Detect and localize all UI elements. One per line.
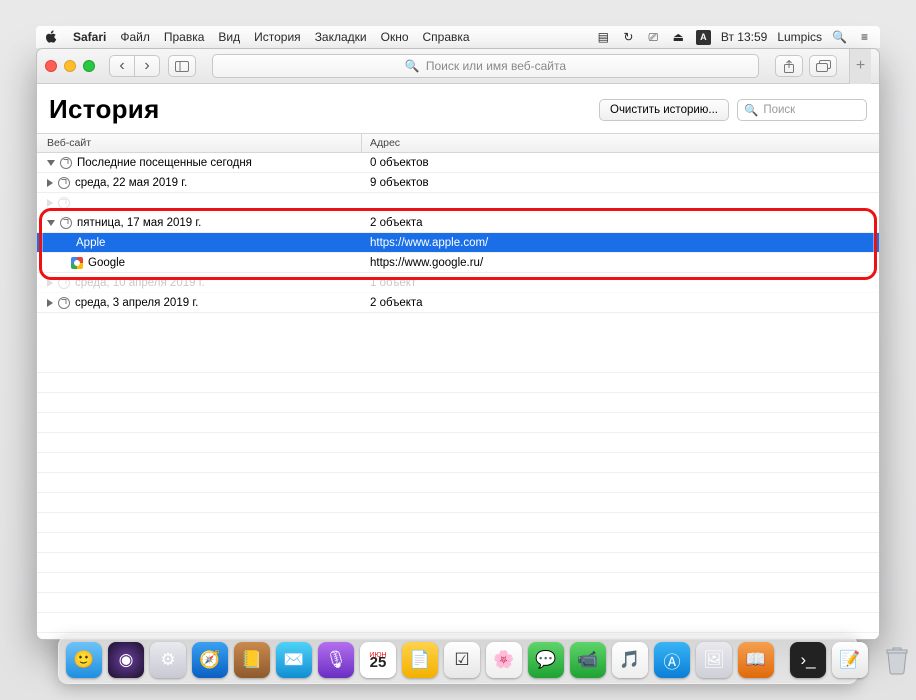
dock-messages-icon[interactable]: 💬 <box>528 642 564 678</box>
page-title: История <box>49 94 160 125</box>
history-entry[interactable]: Google https://www.google.ru/ <box>37 253 879 273</box>
display-icon[interactable]: ⎚ <box>646 30 661 45</box>
history-group-count: 2 объекта <box>362 217 879 229</box>
menu-edit[interactable]: Правка <box>164 30 205 44</box>
new-tab-button[interactable]: + <box>849 49 871 84</box>
history-entry-title: Google <box>88 257 125 269</box>
window-titlebar: ‹ › 🔍 Поиск или имя веб-сайта + <box>37 49 879 84</box>
disclosure-right-icon[interactable] <box>47 279 53 287</box>
menu-window[interactable]: Окно <box>381 30 409 44</box>
history-group-label: Последние посещенные сегодня <box>77 157 252 169</box>
history-group[interactable]: среда, 10 апреля 2019 г. 1 объект <box>37 273 879 293</box>
column-headers: Веб-сайт Адрес <box>37 133 879 153</box>
history-group[interactable] <box>37 193 879 213</box>
menubar-app-name[interactable]: Safari <box>73 30 106 44</box>
dock: 🙂 ◉ ⚙ 🧭 📒 ✉️ 🎙 ИЮН25 📄 ☑︎ 🌸 💬 📹 🎵 Ⓐ 🖼 📖 … <box>58 636 858 684</box>
menubar-user[interactable]: Lumpics <box>777 30 822 44</box>
history-group-count: 2 объекта <box>362 297 879 309</box>
timemachine-icon[interactable]: ↻ <box>621 30 636 45</box>
dock-books-icon[interactable]: 📖 <box>738 642 774 678</box>
search-icon: 🔍 <box>405 59 420 73</box>
disclosure-down-icon[interactable] <box>47 220 55 226</box>
keyboard-layout-icon[interactable]: А <box>696 30 711 45</box>
forward-button[interactable]: › <box>134 55 160 77</box>
disclosure-right-icon[interactable] <box>47 199 53 207</box>
clock-icon <box>58 197 70 209</box>
clock-icon <box>58 277 70 289</box>
spotlight-icon[interactable]: 🔍 <box>832 30 847 45</box>
history-group[interactable]: Последние посещенные сегодня 0 объектов <box>37 153 879 173</box>
history-group[interactable]: пятница, 17 мая 2019 г. 2 объекта <box>37 213 879 233</box>
dock-textedit-icon[interactable]: 📝 <box>832 642 868 678</box>
menu-view[interactable]: Вид <box>218 30 240 44</box>
history-group-label: пятница, 17 мая 2019 г. <box>77 217 201 229</box>
disk-icon[interactable]: ▤ <box>596 30 611 45</box>
dock-preview-icon[interactable]: 🖼 <box>696 642 732 678</box>
clock-icon <box>60 217 72 229</box>
search-icon: 🔍 <box>744 103 758 117</box>
history-group-count: 0 объектов <box>362 157 879 169</box>
apple-logo-icon[interactable] <box>44 30 59 45</box>
dock-photos-icon[interactable]: 🌸 <box>486 642 522 678</box>
dock-mail-icon[interactable]: ✉️ <box>276 642 312 678</box>
back-button[interactable]: ‹ <box>109 55 135 77</box>
history-group-label: среда, 22 мая 2019 г. <box>75 177 187 189</box>
history-group[interactable]: среда, 22 мая 2019 г. 9 объектов <box>37 173 879 193</box>
url-placeholder: Поиск или имя веб-сайта <box>426 59 566 73</box>
disclosure-right-icon[interactable] <box>47 299 53 307</box>
history-group-count: 1 объект <box>362 277 879 289</box>
dock-trash-icon[interactable] <box>884 642 910 678</box>
close-window-button[interactable] <box>45 60 57 72</box>
history-group-label: среда, 3 апреля 2019 г. <box>75 297 198 309</box>
clock-icon <box>60 157 72 169</box>
disclosure-right-icon[interactable] <box>47 179 53 187</box>
dock-notes-icon[interactable]: 📄 <box>402 642 438 678</box>
disclosure-down-icon[interactable] <box>47 160 55 166</box>
dock-contacts-icon[interactable]: 📒 <box>234 642 270 678</box>
history-group-label: среда, 10 апреля 2019 г. <box>75 277 205 289</box>
share-button[interactable] <box>775 55 803 77</box>
history-group-count: 9 объектов <box>362 177 879 189</box>
sidebar-button[interactable] <box>168 55 196 77</box>
search-placeholder: Поиск <box>763 104 795 116</box>
dock-podcasts-icon[interactable]: 🎙 <box>318 642 354 678</box>
dock-reminders-icon[interactable]: ☑︎ <box>444 642 480 678</box>
safari-window: ‹ › 🔍 Поиск или имя веб-сайта + История … <box>36 48 880 640</box>
dock-finder-icon[interactable]: 🙂 <box>66 642 102 678</box>
history-entry-title: Apple <box>76 237 105 249</box>
dock-music-icon[interactable]: 🎵 <box>612 642 648 678</box>
history-entry-url: https://www.apple.com/ <box>362 237 879 249</box>
menu-file[interactable]: Файл <box>120 30 150 44</box>
zoom-window-button[interactable] <box>83 60 95 72</box>
history-entry-url: https://www.google.ru/ <box>362 257 879 269</box>
menu-bookmarks[interactable]: Закладки <box>315 30 367 44</box>
menubar-clock[interactable]: Вт 13:59 <box>721 30 767 44</box>
notification-center-icon[interactable]: ≡ <box>857 30 872 45</box>
eject-icon[interactable]: ⏏ <box>671 30 686 45</box>
dock-facetime-icon[interactable]: 📹 <box>570 642 606 678</box>
history-search-field[interactable]: 🔍 Поиск <box>737 99 867 121</box>
dock-appstore-icon[interactable]: Ⓐ <box>654 642 690 678</box>
google-favicon-icon <box>71 257 83 269</box>
menu-history[interactable]: История <box>254 30 301 44</box>
dock-settings-icon[interactable]: ⚙ <box>150 642 186 678</box>
dock-safari-icon[interactable]: 🧭 <box>192 642 228 678</box>
history-entry[interactable]: Apple https://www.apple.com/ <box>37 233 879 253</box>
clear-history-button[interactable]: Очистить историю... <box>599 99 729 121</box>
dock-calendar-icon[interactable]: ИЮН25 <box>360 642 396 678</box>
dock-terminal-icon[interactable]: ›_ <box>790 642 826 678</box>
dock-siri-icon[interactable]: ◉ <box>108 642 144 678</box>
column-website[interactable]: Веб-сайт <box>37 134 362 152</box>
clock-icon <box>58 297 70 309</box>
url-bar[interactable]: 🔍 Поиск или имя веб-сайта <box>212 54 759 78</box>
tabs-button[interactable] <box>809 55 837 77</box>
history-group[interactable]: среда, 3 апреля 2019 г. 2 объекта <box>37 293 879 313</box>
minimize-window-button[interactable] <box>64 60 76 72</box>
column-address[interactable]: Адрес <box>362 134 879 152</box>
menubar: Safari Файл Правка Вид История Закладки … <box>36 26 880 48</box>
menu-help[interactable]: Справка <box>423 30 470 44</box>
clock-icon <box>58 177 70 189</box>
